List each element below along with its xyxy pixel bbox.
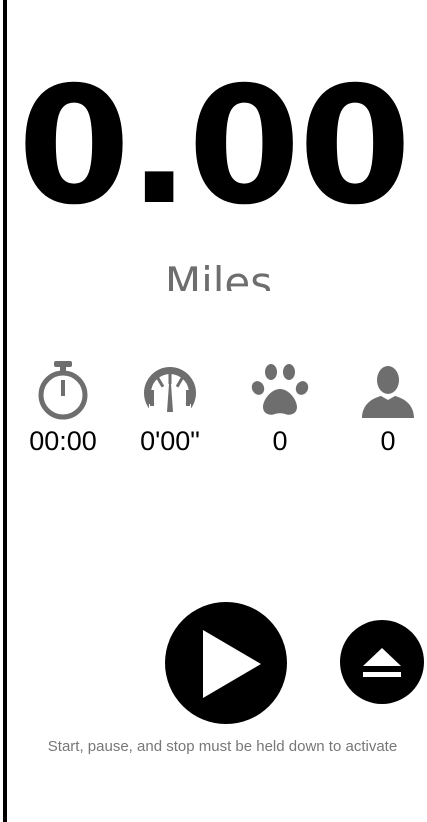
stat-pace: 0'00"	[120, 360, 220, 456]
distance-value: 0.00	[17, 53, 412, 241]
tracker-screen: 0.00 Miles 00:00 0'00" 0 0 Start, pause,…	[0, 0, 427, 822]
stat-people: 0	[338, 360, 427, 456]
stopwatch-icon	[32, 360, 94, 422]
stat-pace-value: 0'00"	[140, 426, 200, 456]
stat-time-value: 00:00	[29, 426, 97, 456]
stat-people-value: 0	[380, 426, 396, 456]
play-icon	[203, 630, 261, 698]
stat-time: 00:00	[13, 360, 113, 456]
stat-steps: 0	[230, 360, 330, 456]
eject-icon	[363, 648, 401, 677]
person-icon	[357, 360, 419, 422]
paw-icon	[249, 360, 311, 422]
distance-unit-container: Miles	[0, 258, 427, 291]
eject-button[interactable]	[340, 620, 424, 704]
stat-steps-value: 0	[272, 426, 288, 456]
stats-row: 00:00 0'00" 0 0	[0, 360, 427, 470]
distance-unit: Miles	[164, 258, 273, 291]
play-button[interactable]	[165, 602, 287, 724]
speedometer-icon	[139, 360, 201, 422]
hold-hint-text: Start, pause, and stop must be held down…	[47, 738, 398, 755]
